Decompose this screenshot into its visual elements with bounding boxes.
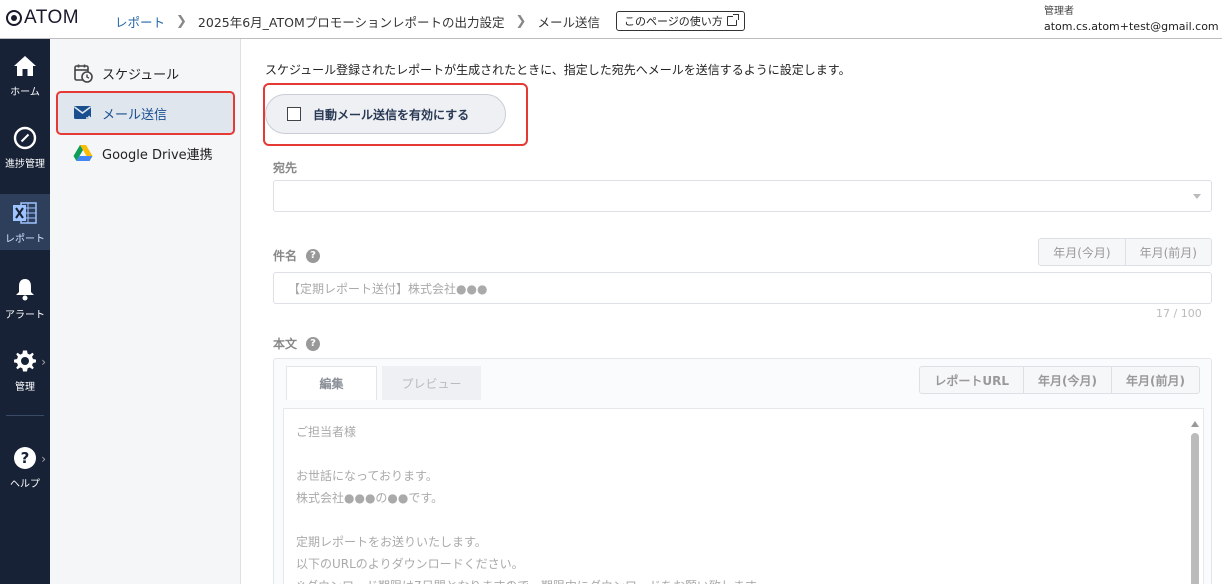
chevron-right-icon: › [41, 452, 46, 466]
svg-text:?: ? [21, 449, 30, 467]
subject-label: 件名 ? [273, 247, 321, 264]
chevron-right-icon: ❯ [176, 13, 187, 29]
logo-mark-icon [6, 10, 22, 26]
caret-down-icon [1193, 194, 1201, 199]
scroll-up-arrow-icon[interactable] [1191, 421, 1199, 427]
subject-input[interactable]: 【定期レポート送付】株式会社●●● [273, 272, 1212, 304]
logo-text: ATOM [24, 7, 80, 28]
nav-divider [6, 415, 44, 416]
nav-label: 進捗管理 [5, 159, 45, 170]
user-info[interactable]: 管理者 atom.cs.atom+test@gmail.com [1044, 4, 1219, 34]
recipient-select[interactable] [273, 180, 1212, 212]
nav-item-progress[interactable]: 進捗管理 [0, 119, 50, 175]
app-header: ATOM レポート ❯ 2025年6月_ATOMプロモーションレポートの出力設定… [0, 0, 1222, 39]
body-line [296, 443, 1191, 465]
submenu-label: スケジュール [102, 67, 180, 83]
external-link-icon [726, 14, 739, 26]
body-line: 定期レポートをお送りいたします。 [296, 535, 487, 549]
breadcrumb: レポート ❯ 2025年6月_ATOMプロモーションレポートの出力設定 ❯ メー… [115, 11, 745, 31]
main-nav: ホーム 進捗管理 レポート アラート 管理 › ? ヘルプ › [0, 39, 50, 584]
page-help-button[interactable]: このページの使い方 [615, 11, 745, 31]
page-help-label: このページの使い方 [623, 15, 723, 28]
body-line: ご担当者様 [296, 425, 357, 439]
scrollbar-thumb[interactable] [1191, 433, 1199, 584]
submenu-label: Google Drive連携 [102, 147, 213, 163]
body-line: お世話になっております。 [296, 469, 438, 483]
enable-auto-mail-label: 自動メール送信を有効にする [313, 107, 470, 122]
body-line: 以下のURLのよりダウンロードください。 [296, 557, 524, 571]
body-textarea[interactable]: ご担当者様 お世話になっております。 株式会社●●●の●●です。 定期レポートを… [283, 408, 1204, 584]
nav-label: ホーム [10, 87, 40, 98]
nav-item-help[interactable]: ? ヘルプ › [0, 439, 50, 495]
body-insert-buttons: レポートURL 年月(今月) 年月(前月) [919, 366, 1200, 394]
breadcrumb-report-name[interactable]: 2025年6月_ATOMプロモーションレポートの出力設定 [198, 12, 505, 31]
subject-char-counter: 17 / 100 [1156, 307, 1202, 320]
subject-label-text: 件名 [273, 249, 298, 263]
nav-label: アラート [5, 310, 45, 321]
body-line: ※ダウンロード期限は7日間となりますので、期限内にダウンロードをお願い致します。 [296, 575, 1191, 584]
google-drive-icon [72, 142, 94, 164]
chevron-right-icon: ❯ [515, 13, 527, 29]
gear-icon [12, 348, 38, 374]
calendar-clock-icon [72, 62, 94, 84]
nav-item-admin[interactable]: 管理 › [0, 342, 50, 398]
nav-label: 管理 [15, 382, 35, 393]
submenu-item-mail[interactable]: メール送信 [56, 91, 235, 135]
submenu-label: メール送信 [102, 107, 168, 123]
tab-preview[interactable]: プレビュー [382, 366, 481, 400]
body-label: 本文 ? [273, 335, 321, 352]
body-editor: 編集 プレビュー レポートURL 年月(今月) 年月(前月) ご担当者様 お世話… [273, 358, 1212, 584]
body-scrollbar[interactable] [1191, 421, 1199, 584]
body-label-text: 本文 [273, 337, 298, 351]
mail-settings-panel: スケジュール登録されたレポートが生成されたときに、指定した宛先へメールを送信する… [241, 39, 1222, 584]
user-role: 管理者 [1044, 6, 1074, 17]
body-line: 株式会社●●●の●●です。 [296, 491, 444, 505]
nav-item-home[interactable]: ホーム [0, 47, 50, 103]
mail-icon [72, 102, 94, 124]
subject-insert-last-month-button[interactable]: 年月(前月) [1124, 238, 1212, 266]
enable-auto-mail-toggle[interactable]: 自動メール送信を有効にする [265, 94, 506, 134]
excel-icon [12, 200, 38, 226]
body-insert-last-month-button[interactable]: 年月(前月) [1111, 366, 1200, 394]
body-line [296, 509, 1191, 531]
submenu-item-schedule[interactable]: スケジュール [58, 53, 234, 93]
user-email: atom.cs.atom+test@gmail.com [1044, 20, 1219, 33]
nav-item-reports[interactable]: レポート [0, 194, 50, 250]
home-icon [12, 53, 38, 79]
nav-label: ヘルプ [10, 479, 40, 490]
subject-insert-this-month-button[interactable]: 年月(今月) [1038, 238, 1126, 266]
tab-edit[interactable]: 編集 [286, 366, 377, 400]
subject-placeholder: 【定期レポート送付】株式会社●●● [288, 281, 488, 296]
nav-label: レポート [5, 234, 45, 245]
help-circle-icon[interactable]: ? [306, 336, 321, 351]
atom-logo[interactable]: ATOM [6, 7, 79, 29]
compass-icon [12, 125, 38, 151]
submenu-item-google-drive[interactable]: Google Drive連携 [58, 133, 234, 173]
chevron-right-icon: › [41, 355, 46, 369]
recipient-label-text: 宛先 [273, 161, 298, 175]
bell-icon [12, 276, 38, 302]
breadcrumb-reports-link[interactable]: レポート [115, 12, 165, 31]
page-description: スケジュール登録されたレポートが生成されたときに、指定した宛先へメールを送信する… [265, 63, 851, 77]
recipient-label: 宛先 [273, 159, 297, 176]
breadcrumb-current: メール送信 [537, 14, 600, 30]
body-insert-this-month-button[interactable]: 年月(今月) [1023, 366, 1113, 394]
help-icon: ? [12, 445, 38, 471]
nav-item-alerts[interactable]: アラート [0, 270, 50, 326]
subject-insert-buttons: 年月(今月) 年月(前月) [1038, 238, 1212, 266]
body-insert-report-url-button[interactable]: レポートURL [919, 366, 1025, 394]
checkbox-unchecked-icon[interactable] [287, 107, 301, 121]
help-circle-icon[interactable]: ? [306, 248, 321, 263]
report-settings-menu: スケジュール メール送信 Google Drive連携 [50, 39, 241, 584]
